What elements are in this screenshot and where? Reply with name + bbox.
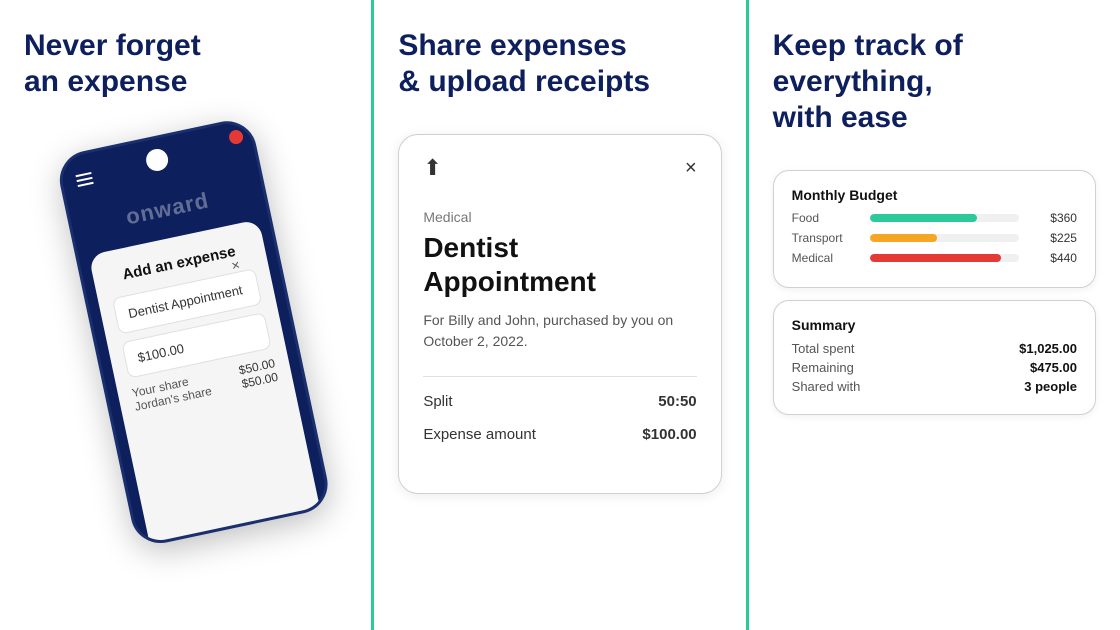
phone-body: onward Add an expense × Dentist Appointm… xyxy=(54,116,333,549)
panel-share-expenses: Share expenses & upload receipts ⬆ × Med… xyxy=(374,0,745,630)
share-labels: Your share Jordan's share xyxy=(130,370,212,414)
phone-content-area: Add an expense × Dentist Appointment $10… xyxy=(88,219,321,548)
bar-medical-amount: $440 xyxy=(1027,251,1077,265)
panel1-title: Never forget an expense xyxy=(24,28,347,100)
bar-food-amount: $360 xyxy=(1027,211,1077,225)
expense-amount-value: $100.00 xyxy=(642,426,696,443)
bar-transport-label: Transport xyxy=(792,231,862,245)
receipt-detail-card: ⬆ × Medical Dentist Appointment For Bill… xyxy=(398,134,721,494)
bar-transport-fill xyxy=(870,234,937,242)
receipt-category-label: Medical xyxy=(423,209,696,225)
expense-amount-row: Expense amount $100.00 xyxy=(423,426,696,443)
panel3-title: Keep track of everything, with ease xyxy=(773,28,1096,136)
bar-transport-bg xyxy=(870,234,1019,242)
bar-medical: Medical $440 xyxy=(792,251,1077,265)
remaining-label: Remaining xyxy=(792,360,854,375)
total-spent-label: Total spent xyxy=(792,341,855,356)
budget-card-title: Monthly Budget xyxy=(792,187,1077,203)
panel-keep-track: Keep track of everything, with ease Mont… xyxy=(749,0,1120,630)
split-label: Split xyxy=(423,393,452,410)
bar-food: Food $360 xyxy=(792,211,1077,225)
hamburger-icon xyxy=(75,172,93,187)
remaining-value: $475.00 xyxy=(1030,360,1077,375)
share-amounts: $50.00 $50.00 xyxy=(237,356,279,391)
summary-card: Summary Total spent $1,025.00 Remaining … xyxy=(773,300,1096,415)
bar-food-bg xyxy=(870,214,1019,222)
bar-food-fill xyxy=(870,214,978,222)
share-upload-icon[interactable]: ⬆ xyxy=(423,155,441,181)
panel3-cards-container: Monthly Budget Food $360 Transport $225 … xyxy=(773,170,1096,415)
budget-card: Monthly Budget Food $360 Transport $225 … xyxy=(773,170,1096,288)
summary-card-title: Summary xyxy=(792,317,1077,333)
expense-amount-label: Expense amount xyxy=(423,426,536,443)
total-spent-row: Total spent $1,025.00 xyxy=(792,341,1077,356)
add-expense-modal: Add an expense × Dentist Appointment $10… xyxy=(106,240,279,414)
shared-with-row: Shared with 3 people xyxy=(792,379,1077,394)
panel-never-forget: Never forget an expense onward Add an ex… xyxy=(0,0,371,630)
bar-food-label: Food xyxy=(792,211,862,225)
shared-with-label: Shared with xyxy=(792,379,861,394)
panel2-title: Share expenses & upload receipts xyxy=(398,28,721,100)
receipt-divider xyxy=(423,376,696,377)
receipt-close-button[interactable]: × xyxy=(685,157,697,180)
receipt-expense-title: Dentist Appointment xyxy=(423,231,696,298)
total-spent-value: $1,025.00 xyxy=(1019,341,1077,356)
remaining-row: Remaining $475.00 xyxy=(792,360,1077,375)
receipt-description: For Billy and John, purchased by you on … xyxy=(423,310,696,352)
phone-mockup: onward Add an expense × Dentist Appointm… xyxy=(54,112,357,569)
bar-medical-bg xyxy=(870,254,1019,262)
receipt-actions-row: ⬆ × xyxy=(423,155,696,181)
notification-badge xyxy=(227,129,244,146)
bar-medical-label: Medical xyxy=(792,251,862,265)
split-value: 50:50 xyxy=(658,393,696,410)
shared-with-value: 3 people xyxy=(1024,379,1077,394)
bar-medical-fill xyxy=(870,254,1001,262)
split-row: Split 50:50 xyxy=(423,393,696,410)
bar-transport: Transport $225 xyxy=(792,231,1077,245)
bar-transport-amount: $225 xyxy=(1027,231,1077,245)
